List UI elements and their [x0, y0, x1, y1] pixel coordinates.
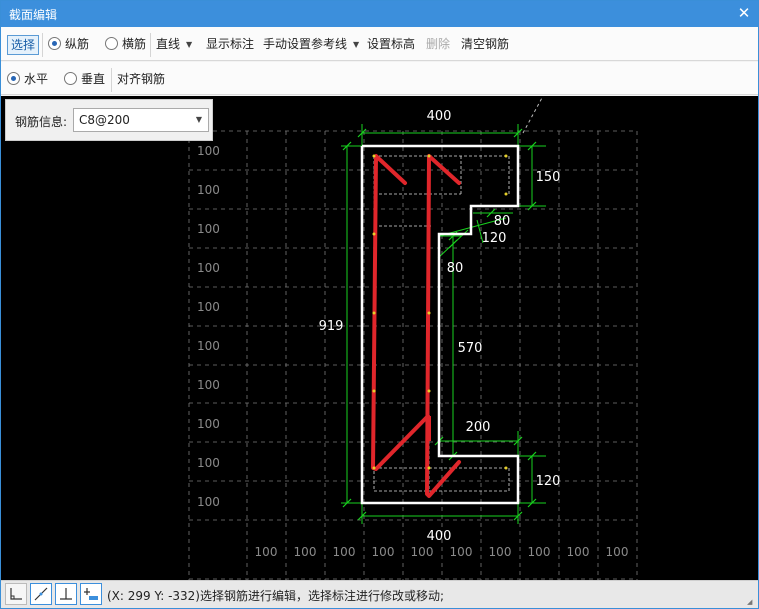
rebar-point	[427, 311, 431, 315]
dim-bottom-flange-height[interactable]: 120	[536, 474, 561, 489]
toolbar-divider	[150, 33, 151, 57]
main-toolbar: 选择 纵筋 横筋 直线 ▼ 显示标注 手动设置参考线 ▼ 设置标高 删除 清空钢筋	[1, 27, 758, 61]
section-drawing[interactable]: 100 100 100 100 100 100 100 100 100 100 100 100 100 1…	[1, 96, 758, 580]
dim-step-b[interactable]: 120	[482, 231, 507, 246]
dim-web[interactable]: 570	[458, 341, 483, 356]
dropdown-arrow-icon: ▼	[186, 40, 193, 49]
reference-line	[522, 96, 544, 134]
rebar-info-panel: 钢筋信息: C8@200 ▼	[5, 99, 213, 141]
grid-label: 100	[197, 456, 220, 470]
dropdown-arrow-icon: ▼	[353, 40, 360, 49]
grid-label: 100	[197, 495, 220, 509]
grid-label: 100	[197, 339, 220, 353]
rebar-point	[504, 154, 508, 158]
rebar-point	[504, 466, 508, 470]
radio-unchecked-icon	[64, 72, 77, 85]
section-boundary	[360, 144, 520, 505]
rebar-info-select[interactable]: C8@200 ▼	[73, 108, 209, 132]
grid-label: 100	[197, 261, 220, 275]
dim-bottom-flange-width[interactable]: 200	[466, 420, 491, 435]
ortho-snap-icon[interactable]	[5, 583, 27, 605]
grid-label: 100	[197, 222, 220, 236]
grid-label: 100	[567, 545, 590, 559]
rebar-point	[372, 389, 376, 393]
manual-reference-dropdown[interactable]: 手动设置参考线 ▼	[263, 35, 359, 55]
line-mode-dropdown[interactable]: 直线 ▼	[156, 35, 192, 55]
grid-label: 100	[197, 417, 220, 431]
align-rebar-button[interactable]: 对齐钢筋	[117, 70, 165, 90]
section-edit-window: 截面编辑 ✕ 选择 纵筋 横筋 直线 ▼ 显示标注 手动设置参考线 ▼ 设置标高 删…	[0, 0, 759, 609]
dropdown-arrow-icon: ▼	[195, 115, 202, 124]
horizontal-label: 水平	[24, 72, 49, 86]
grid-label: 100	[450, 545, 473, 559]
rebar-point	[504, 192, 508, 196]
grid-label: 100	[255, 545, 278, 559]
manual-reference-label: 手动设置参考线	[263, 37, 348, 51]
dimension-tool-icon[interactable]	[80, 583, 102, 605]
rebar-info-value: C8@200	[79, 113, 130, 127]
longitudinal-label: 纵筋	[65, 37, 90, 51]
rebar-point	[372, 466, 376, 470]
angle-snap-icon[interactable]	[30, 583, 52, 605]
grid-label: 100	[528, 545, 551, 559]
longitudinal-radio[interactable]: 纵筋	[48, 35, 89, 55]
rebar-point	[427, 389, 431, 393]
dim-bottom-width[interactable]: 400	[427, 529, 452, 544]
grid-label: 100	[197, 183, 220, 197]
grid-label: 100	[333, 545, 356, 559]
dim-flange-top[interactable]: 150	[536, 170, 561, 185]
clear-rebar-button[interactable]: 清空钢筋	[461, 35, 509, 55]
set-elevation-button[interactable]: 设置标高	[367, 35, 415, 55]
rebar-bar	[371, 154, 430, 471]
toolbar-divider	[42, 33, 43, 57]
grid-label: 100	[606, 545, 629, 559]
line-mode-value: 直线	[156, 37, 181, 51]
window-title: 截面编辑	[9, 8, 58, 22]
radio-checked-icon	[48, 37, 61, 50]
close-icon[interactable]: ✕	[736, 4, 752, 22]
dim-top-width[interactable]: 400	[427, 109, 452, 124]
status-bar: (X: 299 Y: -332)选择钢筋进行编辑，选择标注进行修改或移动; ◢	[1, 580, 758, 608]
rebar-point	[372, 232, 376, 236]
grid-label: 100	[197, 144, 220, 158]
select-button[interactable]: 选择	[7, 35, 40, 55]
rebar-point	[372, 154, 376, 158]
dim-step-a[interactable]: 80	[494, 214, 511, 229]
toolbar-divider	[111, 68, 112, 92]
radio-checked-icon	[7, 72, 20, 85]
dim-step-c[interactable]: 80	[447, 261, 464, 276]
rebar-info-label: 钢筋信息:	[15, 115, 68, 129]
title-bar: 截面编辑 ✕	[1, 1, 758, 27]
vertical-label: 垂直	[81, 72, 106, 86]
transverse-radio[interactable]: 横筋	[105, 35, 146, 55]
show-dimensions-button[interactable]: 显示标注	[206, 35, 254, 55]
vertical-radio[interactable]: 垂直	[64, 70, 105, 90]
status-message: (X: 299 Y: -332)选择钢筋进行编辑，选择标注进行修改或移动;	[107, 589, 445, 603]
drawing-canvas[interactable]: 100 100 100 100 100 100 100 100 100 100 100 100 100 1…	[1, 96, 758, 580]
grid: 100 100 100 100 100 100 100 100 100 100 100 100 100 1…	[188, 130, 638, 580]
perpendicular-snap-icon[interactable]	[55, 583, 77, 605]
rebar-point	[427, 466, 431, 470]
grid-label: 100	[489, 545, 512, 559]
radio-unchecked-icon	[105, 37, 118, 50]
grid-label: 100	[372, 545, 395, 559]
grid-label: 100	[411, 545, 434, 559]
section-outline	[360, 144, 520, 505]
grid-label: 100	[197, 300, 220, 314]
alignment-toolbar: 水平 垂直 对齐钢筋	[1, 62, 758, 95]
transverse-label: 横筋	[122, 37, 147, 51]
dim-height[interactable]: 919	[319, 319, 344, 334]
rebar-point	[427, 154, 431, 158]
grid-label: 100	[197, 378, 220, 392]
resize-grip-icon[interactable]: ◢	[747, 598, 755, 606]
grid-label: 100	[294, 545, 317, 559]
rebar-point	[372, 311, 376, 315]
delete-button[interactable]: 删除	[426, 35, 450, 55]
horizontal-radio[interactable]: 水平	[7, 70, 48, 90]
